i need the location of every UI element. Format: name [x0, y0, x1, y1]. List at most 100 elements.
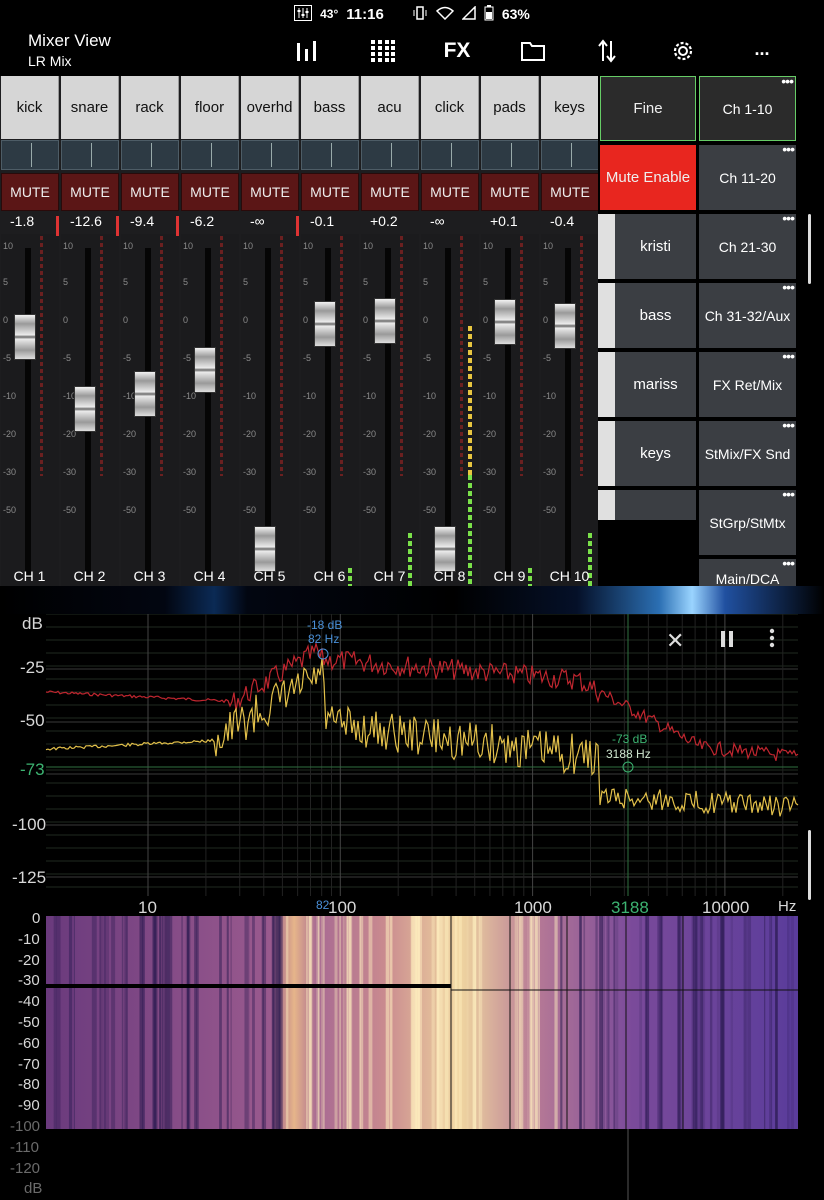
fader-handle[interactable]: [134, 371, 156, 418]
bank-label: StMix/FX Snd: [704, 445, 791, 462]
fader-handle[interactable]: [314, 300, 336, 347]
dca-button[interactable]: kristi: [598, 214, 696, 279]
channel-assign-field[interactable]: [361, 140, 419, 170]
fader-scale-tick: 10: [243, 241, 254, 251]
channel-name-button[interactable]: snare: [61, 76, 119, 139]
fader-db-readout: -0.4: [550, 213, 575, 229]
channel-name-button[interactable]: pads: [481, 76, 539, 139]
meter-scale-red: [160, 236, 163, 476]
folder-button[interactable]: [516, 36, 550, 66]
mute-button[interactable]: MUTE: [541, 173, 599, 211]
bank-button[interactable]: Ch 11-20 •••: [699, 141, 796, 210]
channel-assign-field[interactable]: [481, 140, 539, 170]
grid-view-button[interactable]: [366, 36, 400, 66]
temperature: 43°: [320, 7, 339, 21]
fader-handle[interactable]: [14, 313, 36, 360]
channel-name-button[interactable]: acu: [361, 76, 419, 139]
fader-scale-tick: -20: [243, 429, 257, 439]
bank-button[interactable]: Main/DCA •••: [699, 559, 796, 587]
bank-options-icon[interactable]: •••: [782, 559, 795, 571]
fader-scale-tick: -50: [63, 505, 77, 515]
channel-assign-field[interactable]: [421, 140, 479, 170]
analyser-scrollbar[interactable]: [808, 830, 811, 900]
dca-button[interactable]: keys: [598, 421, 696, 486]
channel-name-button[interactable]: floor: [181, 76, 239, 139]
bank-button[interactable]: Ch 31-32/Aux •••: [699, 279, 796, 348]
bank-options-icon[interactable]: •••: [781, 73, 794, 89]
dca-button[interactable]: [598, 490, 696, 520]
channel-assign-field[interactable]: [181, 140, 239, 170]
mixer-scrollbar[interactable]: [808, 214, 811, 284]
dca-button[interactable]: mariss: [598, 352, 696, 417]
channel-assign-field[interactable]: [121, 140, 179, 170]
mute-enable-button[interactable]: Mute Enable: [600, 145, 696, 210]
channel-name-button[interactable]: rack: [121, 76, 179, 139]
dca-color-bar: [598, 214, 615, 279]
mute-button[interactable]: MUTE: [61, 173, 119, 211]
spectrogram-y-tick: -60: [18, 1034, 40, 1052]
channel-name-button[interactable]: keys: [541, 76, 599, 139]
bank-button[interactable]: FX Ret/Mix •••: [699, 348, 796, 417]
spectrum-grid: [46, 614, 798, 896]
spectrogram-y-tick: -90: [18, 1097, 40, 1115]
channel-assign-field[interactable]: [241, 140, 299, 170]
bank-options-icon[interactable]: •••: [782, 348, 795, 364]
close-icon[interactable]: ✕: [666, 628, 684, 654]
mute-button[interactable]: MUTE: [181, 173, 239, 211]
bank-button[interactable]: StMix/FX Snd •••: [699, 417, 796, 486]
fader-handle[interactable]: [254, 526, 276, 572]
channel-name-button[interactable]: click: [421, 76, 479, 139]
fader-scale-tick: -30: [3, 467, 17, 477]
channel-number-label: CH 8: [433, 568, 466, 584]
mute-button[interactable]: MUTE: [361, 173, 419, 211]
fader-handle[interactable]: [74, 385, 96, 432]
bank-options-icon[interactable]: •••: [782, 279, 795, 295]
bank-options-icon[interactable]: •••: [782, 141, 795, 157]
spectrogram-y-tick: dB: [24, 1180, 43, 1198]
bank-options-icon[interactable]: •••: [782, 417, 795, 433]
fine-button[interactable]: Fine: [600, 76, 696, 141]
dca-label: keys: [640, 445, 671, 462]
fader-handle[interactable]: [554, 303, 576, 350]
channel-name-button[interactable]: kick: [1, 76, 59, 139]
channel-name-button[interactable]: bass: [301, 76, 359, 139]
fx-button[interactable]: FX: [440, 36, 474, 66]
fader-scale-tick: -20: [303, 429, 317, 439]
fader-handle[interactable]: [374, 298, 396, 345]
fader-scale-tick: -50: [303, 505, 317, 515]
bank-button[interactable]: Ch 21-30 •••: [699, 210, 796, 279]
channel-name-button[interactable]: overhd: [241, 76, 299, 139]
channel-assign-field[interactable]: [61, 140, 119, 170]
bank-options-icon[interactable]: •••: [782, 210, 795, 226]
mixer-view-button[interactable]: [290, 36, 324, 66]
mute-button[interactable]: MUTE: [121, 173, 179, 211]
channel-assign-field[interactable]: [1, 140, 59, 170]
fader-scale-tick: -20: [3, 429, 17, 439]
mute-button[interactable]: MUTE: [241, 173, 299, 211]
settings-button[interactable]: [666, 36, 700, 66]
mute-button[interactable]: MUTE: [301, 173, 359, 211]
fader-scale-tick: -30: [123, 467, 137, 477]
swap-button[interactable]: [590, 36, 624, 66]
channel-assign-field[interactable]: [301, 140, 359, 170]
channel-strip: bass MUTE -0.1 10 5 0 -5 -10 -20 -30 -50 CH 6: [300, 76, 359, 656]
mute-button[interactable]: MUTE: [481, 173, 539, 211]
more-button[interactable]: ...: [745, 34, 779, 64]
bank-button[interactable]: StGrp/StMtx •••: [699, 486, 796, 555]
pause-icon[interactable]: [720, 628, 734, 654]
bank-options-icon[interactable]: •••: [782, 486, 795, 502]
fader-db-readout: -∞: [430, 213, 445, 229]
fader-handle[interactable]: [494, 299, 516, 346]
clip-indicator: [116, 216, 119, 236]
channel-assign-field[interactable]: [541, 140, 599, 170]
mute-button[interactable]: MUTE: [1, 173, 59, 211]
bank-button[interactable]: Ch 1-10 •••: [699, 73, 796, 141]
fader-handle[interactable]: [434, 526, 456, 572]
fader-scale-tick: 5: [423, 277, 429, 287]
overflow-menu-icon[interactable]: [768, 628, 776, 654]
mute-button[interactable]: MUTE: [421, 173, 479, 211]
spectrogram-y-tick: -30: [18, 972, 40, 990]
fader-handle[interactable]: [194, 347, 216, 394]
y-tick: -100: [12, 815, 47, 834]
dca-button[interactable]: bass: [598, 283, 696, 348]
